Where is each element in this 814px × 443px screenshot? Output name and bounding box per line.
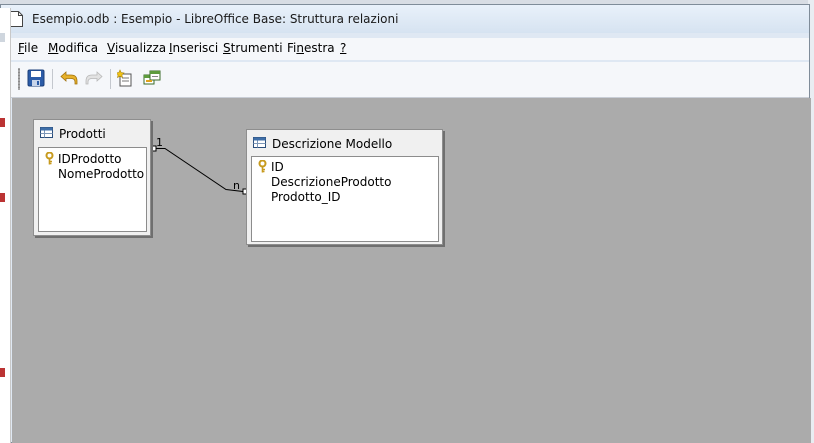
browser-page-behind (0, 8, 11, 443)
toolbar-grip[interactable] (18, 68, 20, 90)
new-relation-icon (115, 68, 135, 90)
undo-icon (60, 70, 78, 89)
window-title: Esempio.odb : Esempio - LibreOffice Base… (32, 12, 399, 26)
save-icon (27, 69, 45, 90)
add-tables-button[interactable] (141, 68, 163, 90)
menu-visualizza[interactable]: Visualizza (107, 41, 166, 55)
menu-finestra[interactable]: Finestra (287, 41, 335, 55)
field-list[interactable]: ID DescrizioneProdotto Prodotto_ID (251, 156, 439, 242)
menu-inserisci[interactable]: Inserisci (169, 41, 218, 55)
relations-design-canvas[interactable]: 1 n Prodotti IDProdotto NomeProdotto Des… (12, 98, 811, 443)
menu-file[interactable]: File (18, 41, 38, 55)
undo-button[interactable] (58, 68, 80, 90)
save-button[interactable] (25, 68, 47, 90)
relation-cardinality-one: 1 (156, 136, 163, 149)
standard-toolbar (1, 62, 809, 98)
field-row[interactable]: NomeProdotto (43, 166, 144, 181)
table-window-title[interactable]: Prodotti (40, 126, 106, 142)
menu-help[interactable]: ? (340, 41, 346, 55)
field-name: ID (271, 159, 284, 174)
primary-key-icon (43, 152, 56, 165)
menu-modifica[interactable]: Modifica (48, 41, 98, 55)
field-name: Prodotto_ID (271, 189, 341, 204)
field-row[interactable]: Prodotto_ID (256, 189, 341, 204)
field-row[interactable]: DescrizioneProdotto (256, 174, 391, 189)
table-name: Descrizione Modello (272, 137, 393, 151)
redo-button[interactable] (83, 68, 105, 90)
menu-bar: File Modifica Visualizza Inserisci Strum… (1, 38, 809, 60)
field-row[interactable]: IDProdotto (43, 151, 122, 166)
field-row[interactable]: ID (256, 159, 284, 174)
redo-icon (85, 70, 103, 89)
primary-key-icon (256, 160, 269, 173)
add-tables-icon (143, 69, 161, 90)
table-name: Prodotti (59, 127, 106, 141)
new-relation-button[interactable] (115, 68, 137, 90)
table-window-prodotti[interactable]: Prodotti IDProdotto NomeProdotto (33, 119, 151, 236)
document-icon (10, 11, 23, 27)
field-name: DescrizioneProdotto (271, 174, 392, 189)
libreoffice-base-window: Esempio.odb : Esempio - LibreOffice Base… (0, 4, 811, 443)
relation-cardinality-many: n (233, 179, 240, 192)
toolbar-separator (110, 69, 111, 89)
field-name: NomeProdotto (58, 166, 145, 181)
title-bar: Esempio.odb : Esempio - LibreOffice Base… (1, 5, 809, 33)
table-icon (40, 127, 53, 141)
field-list[interactable]: IDProdotto NomeProdotto (38, 147, 147, 232)
table-window-title[interactable]: Descrizione Modello (253, 136, 392, 152)
field-name: IDProdotto (58, 151, 122, 166)
table-icon (253, 137, 266, 151)
table-window-descrizione-modello[interactable]: Descrizione Modello ID DescrizioneProdot… (246, 129, 443, 245)
menu-strumenti[interactable]: Strumenti (223, 41, 283, 55)
toolbar-separator (52, 69, 53, 89)
